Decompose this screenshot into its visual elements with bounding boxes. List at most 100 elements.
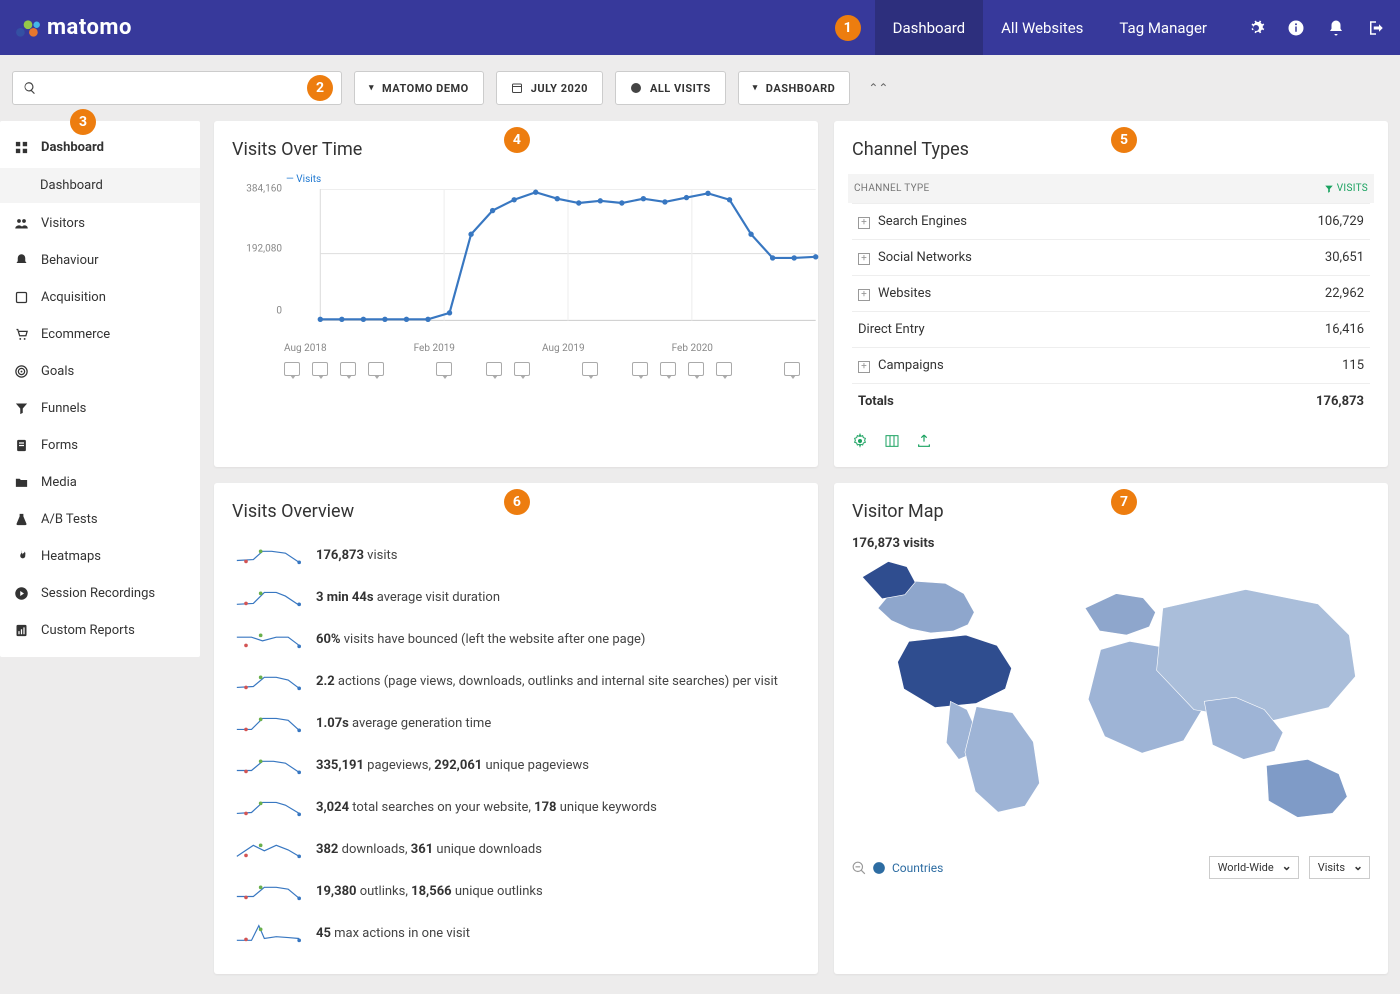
- annotation-icon[interactable]: [688, 362, 704, 376]
- topnav-dashboard[interactable]: Dashboard: [875, 0, 984, 55]
- sparkline: [232, 586, 304, 608]
- overview-item: 176,873 visits: [232, 536, 800, 578]
- line-chart[interactable]: 384,160 192,080 0: [232, 189, 800, 339]
- annotation-icon[interactable]: [312, 362, 328, 376]
- sidebar-item-dashboard[interactable]: Dashboard: [0, 129, 200, 166]
- site-selector-label: MATOMO DEMO: [382, 82, 469, 95]
- calendar-icon: [511, 82, 523, 94]
- overview-item: 60% visits have bounced (left the websit…: [232, 620, 800, 662]
- gear-icon[interactable]: [1247, 19, 1265, 37]
- filter-icon[interactable]: [1324, 184, 1334, 194]
- badge-6: 6: [504, 489, 530, 515]
- sidebar-item-label: Session Recordings: [41, 586, 155, 601]
- annotation-icon[interactable]: [284, 362, 300, 376]
- sidebar-sub-dashboard[interactable]: Dashboard: [0, 168, 200, 203]
- segment-selector[interactable]: ALL VISITS: [615, 71, 726, 105]
- table-row[interactable]: +Search Engines106,729: [852, 203, 1370, 239]
- visits-over-time-card: 4 Visits Over Time Visits 384,160 192,08…: [214, 121, 818, 467]
- topnav: Dashboard All Websites Tag Manager: [875, 0, 1225, 55]
- expand-icon[interactable]: +: [858, 253, 870, 265]
- expand-icon[interactable]: +: [858, 361, 870, 373]
- sidebar-item-acquisition[interactable]: Acquisition: [0, 279, 200, 316]
- segment-icon: [630, 82, 642, 94]
- sidebar-item-reports[interactable]: Custom Reports: [0, 612, 200, 649]
- map-total: 176,873 visits: [852, 536, 934, 551]
- sidebar-item-media[interactable]: Media: [0, 464, 200, 501]
- y-tick: 384,160: [246, 184, 282, 195]
- table-row[interactable]: +Social Networks30,651: [852, 239, 1370, 275]
- sidebar-item-label: Ecommerce: [41, 327, 110, 342]
- logout-icon[interactable]: [1367, 19, 1385, 37]
- annotation-icon[interactable]: [368, 362, 384, 376]
- topbar: matomo 1 Dashboard All Websites Tag Mana…: [0, 0, 1400, 55]
- search-input[interactable]: 2: [12, 71, 342, 105]
- play-icon: [14, 586, 29, 601]
- sparkline: [232, 922, 304, 944]
- map-region-select[interactable]: World-Wide: [1209, 856, 1299, 879]
- bell-icon[interactable]: [1327, 19, 1345, 37]
- table-row[interactable]: +Campaigns115: [852, 347, 1370, 383]
- overview-item: 335,191 pageviews, 292,061 unique pagevi…: [232, 746, 800, 788]
- table-row[interactable]: +Websites22,962: [852, 275, 1370, 311]
- x-axis: Aug 2018 Feb 2019 Aug 2019 Feb 2020: [232, 343, 800, 354]
- sidebar: 3 Dashboard Dashboard Visitors Behaviour…: [0, 121, 200, 657]
- expand-icon[interactable]: +: [858, 217, 870, 229]
- globe-icon: [872, 861, 886, 875]
- expand-icon[interactable]: ⌃⌃: [862, 81, 894, 95]
- annotation-row: [232, 362, 800, 376]
- info-icon[interactable]: [1287, 19, 1305, 37]
- sidebar-item-heatmaps[interactable]: Heatmaps: [0, 538, 200, 575]
- sidebar-item-label: Custom Reports: [41, 623, 135, 638]
- sidebar-item-label: Forms: [41, 438, 78, 453]
- annotation-icon[interactable]: [514, 362, 530, 376]
- y-tick: 192,080: [246, 244, 282, 255]
- annotation-icon[interactable]: [340, 362, 356, 376]
- sidebar-item-label: A/B Tests: [41, 512, 98, 527]
- sidebar-item-visitors[interactable]: Visitors: [0, 205, 200, 242]
- sidebar-item-ecommerce[interactable]: Ecommerce: [0, 316, 200, 353]
- zoom-out-icon[interactable]: [852, 861, 866, 875]
- funnel-icon: [14, 401, 29, 416]
- annotation-icon[interactable]: [582, 362, 598, 376]
- countries-link[interactable]: Countries: [892, 861, 943, 875]
- annotation-icon[interactable]: [784, 362, 800, 376]
- report-icon: [14, 623, 29, 638]
- badge-1: 1: [835, 15, 861, 41]
- columns-icon[interactable]: [884, 433, 900, 449]
- sidebar-item-label: Behaviour: [41, 253, 99, 268]
- table-row[interactable]: Direct Entry16,416: [852, 311, 1370, 347]
- annotation-icon[interactable]: [486, 362, 502, 376]
- badge-3: 3: [70, 109, 96, 135]
- overview-item: 19,380 outlinks, 18,566 unique outlinks: [232, 872, 800, 914]
- sidebar-item-goals[interactable]: Goals: [0, 353, 200, 390]
- map-metric-select[interactable]: Visits: [1309, 856, 1370, 879]
- topnav-all-websites[interactable]: All Websites: [983, 0, 1101, 55]
- table-header: CHANNEL TYPE VISITS: [848, 174, 1374, 203]
- sidebar-item-label: Media: [41, 475, 77, 490]
- annotation-icon[interactable]: [632, 362, 648, 376]
- visits-overview-card: 6 Visits Overview 176,873 visits3 min 44…: [214, 483, 818, 974]
- badge-7: 7: [1111, 489, 1137, 515]
- topnav-tag-manager[interactable]: Tag Manager: [1101, 0, 1225, 55]
- search-icon: [23, 81, 37, 95]
- sidebar-item-recordings[interactable]: Session Recordings: [0, 575, 200, 612]
- matomo-logo-icon: [15, 15, 41, 41]
- sidebar-item-abtests[interactable]: A/B Tests: [0, 501, 200, 538]
- world-map[interactable]: 176,873 visits: [852, 536, 1370, 846]
- sidebar-item-behaviour[interactable]: Behaviour: [0, 242, 200, 279]
- annotation-icon[interactable]: [660, 362, 676, 376]
- sidebar-item-forms[interactable]: Forms: [0, 427, 200, 464]
- annotation-icon[interactable]: [436, 362, 452, 376]
- expand-icon[interactable]: +: [858, 289, 870, 301]
- sidebar-item-funnels[interactable]: Funnels: [0, 390, 200, 427]
- annotation-icon[interactable]: [716, 362, 732, 376]
- logo[interactable]: matomo: [15, 15, 132, 41]
- chart-svg: [284, 189, 852, 329]
- gear-icon[interactable]: [852, 433, 868, 449]
- sidebar-item-label: Dashboard: [41, 140, 104, 155]
- dashboard-selector[interactable]: ▾DASHBOARD: [738, 71, 851, 105]
- site-selector[interactable]: ▾MATOMO DEMO: [354, 71, 484, 105]
- export-icon[interactable]: [916, 433, 932, 449]
- date-selector[interactable]: JULY 2020: [496, 71, 603, 105]
- channel-types-card: 5 Channel Types CHANNEL TYPE VISITS +Sea…: [834, 121, 1388, 467]
